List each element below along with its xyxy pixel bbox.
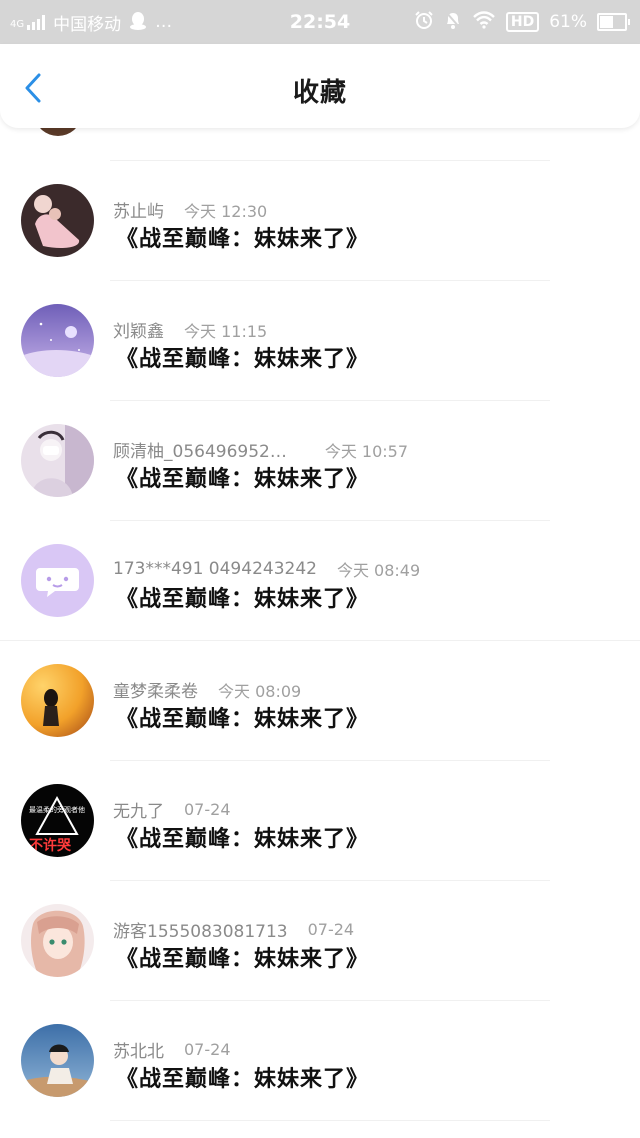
- status-right: HD 61%: [414, 10, 630, 35]
- avatar: [21, 184, 94, 257]
- mute-bell-icon: [444, 10, 462, 35]
- user-name: 苏北北: [113, 1042, 164, 1062]
- item-title: 《战至巅峰：妹妹来了》: [116, 467, 370, 492]
- item-time: 07-24: [184, 800, 231, 819]
- list-item[interactable]: 最温柔的旁观者他不许哭 无九了 07-24 《战至巅峰：妹妹来了》: [0, 761, 640, 881]
- more-notifications-label: …: [155, 12, 173, 32]
- user-name: 无九了: [113, 802, 164, 822]
- favorites-list[interactable]: 苏止屿 今天 12:30 《战至巅峰：妹妹来了》 刘颖鑫 今天 11:15 《战…: [0, 128, 640, 1138]
- status-bar: 4G 中国移动 … 22:54 HD 61%: [0, 0, 640, 44]
- avatar-caption-top: 最温柔的旁观者他: [29, 805, 85, 814]
- item-time: 今天 08:09: [218, 681, 302, 701]
- item-time: 今天 11:15: [184, 321, 268, 341]
- item-title: 《战至巅峰：妹妹来了》: [116, 347, 370, 372]
- network-type-label: 4G: [10, 19, 25, 30]
- item-meta: 顾清柚_056496952… 今天 10:57: [113, 437, 409, 463]
- item-time: 今天 10:57: [324, 441, 409, 461]
- item-title: 《战至巅峰：妹妹来了》: [116, 947, 370, 972]
- user-name: 苏止屿: [113, 202, 164, 222]
- hd-badge: HD: [505, 12, 540, 32]
- avatar: 最温柔的旁观者他不许哭: [21, 784, 94, 857]
- navigation-header: 收藏: [0, 44, 640, 128]
- user-name: 173***491 0494243242: [113, 559, 317, 579]
- avatar: [21, 904, 94, 977]
- item-title: 《战至巅峰：妹妹来了》: [116, 707, 370, 732]
- list-item[interactable]: 顾清柚_056496952… 今天 10:57 《战至巅峰：妹妹来了》: [0, 401, 640, 521]
- item-meta: 童梦柔柔卷 今天 08:09: [113, 677, 302, 703]
- item-time: 今天 12:30: [184, 201, 268, 221]
- list-item[interactable]: 苏北北 07-24 《战至巅峰：妹妹来了》: [0, 1001, 640, 1121]
- item-meta: 游客1555083081713 07-24: [113, 917, 354, 942]
- item-time: 07-24: [307, 920, 355, 939]
- signal-indicator: 4G: [10, 14, 46, 30]
- avatar: [21, 664, 94, 737]
- item-time: 今天 08:49: [336, 561, 421, 580]
- wifi-icon: [472, 10, 496, 34]
- list-item[interactable]: 刘颖鑫 今天 11:15 《战至巅峰：妹妹来了》: [0, 281, 640, 401]
- avatar: [21, 424, 94, 497]
- list-item[interactable]: 童梦柔柔卷 今天 08:09 《战至巅峰：妹妹来了》: [0, 641, 640, 761]
- item-meta: 苏止屿 今天 12:30: [113, 197, 268, 223]
- list-item[interactable]: 173***491 0494243242 今天 08:49 《战至巅峰：妹妹来了…: [0, 521, 640, 641]
- status-left: 4G 中国移动 …: [10, 10, 172, 35]
- avatar-caption-bottom: 不许哭: [29, 837, 72, 854]
- item-meta: 苏北北 07-24: [113, 1037, 231, 1062]
- signal-bars-icon: [27, 14, 46, 30]
- avatar: [36, 128, 80, 136]
- item-meta: 无九了 07-24: [113, 797, 231, 822]
- divider: [110, 1120, 550, 1121]
- qq-icon: [129, 10, 147, 35]
- item-title: 《战至巅峰：妹妹来了》: [116, 587, 370, 612]
- user-name: 顾清柚_056496952…: [113, 442, 287, 462]
- item-title: 《战至巅峰：妹妹来了》: [116, 1067, 370, 1092]
- carrier-label: 中国移动: [53, 14, 122, 35]
- avatar: [21, 1024, 94, 1097]
- user-name: 童梦柔柔卷: [113, 682, 198, 702]
- item-time: 07-24: [184, 1040, 231, 1059]
- item-title: 《战至巅峰：妹妹来了》: [116, 227, 370, 252]
- list-item[interactable]: 苏止屿 今天 12:30 《战至巅峰：妹妹来了》: [0, 161, 640, 281]
- user-name: 游客1555083081713: [113, 922, 288, 942]
- item-meta: 刘颖鑫 今天 11:15: [113, 317, 268, 343]
- item-title: 《战至巅峰：妹妹来了》: [116, 827, 370, 852]
- battery-percent: 61%: [549, 12, 587, 32]
- item-meta: 173***491 0494243242 今天 08:49: [113, 557, 420, 581]
- user-name: 刘颖鑫: [113, 322, 164, 342]
- page-title: 收藏: [292, 78, 347, 108]
- battery-icon: [597, 13, 630, 31]
- alarm-icon: [414, 10, 434, 35]
- default-avatar: [21, 544, 94, 617]
- avatar: [21, 304, 94, 377]
- list-item[interactable]: 游客1555083081713 07-24 《战至巅峰：妹妹来了》: [0, 881, 640, 1001]
